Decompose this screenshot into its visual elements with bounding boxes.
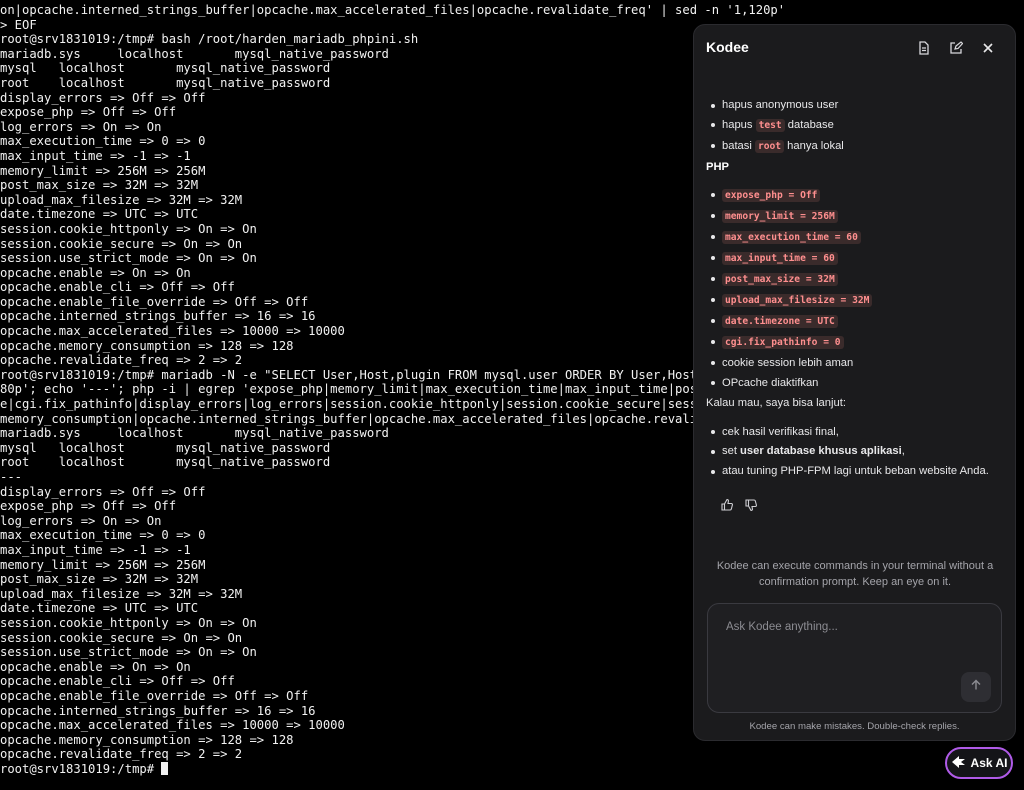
inline-code: upload_max_filesize = 32M <box>722 293 873 307</box>
list-item: hapus anonymous user <box>706 97 996 113</box>
list-item: set user database khusus aplikasi, <box>706 443 996 459</box>
item-bold-text: user database khusus aplikasi <box>740 445 902 458</box>
php-list: expose_php = Off memory_limit = 256M max… <box>706 187 996 391</box>
disclaimer: Kodee can make mistakes. Double-check re… <box>749 721 960 732</box>
inline-code: root <box>754 139 785 153</box>
inline-code: max_execution_time = 60 <box>722 230 861 244</box>
feedback-buttons <box>720 498 758 517</box>
list-item: cookie session lebih aman <box>706 355 996 371</box>
document-icon[interactable] <box>913 37 935 59</box>
item-text: database <box>784 118 834 131</box>
inline-code: max_input_time = 60 <box>722 251 838 265</box>
php-heading: PHP <box>706 160 730 173</box>
item-text: set <box>722 445 741 458</box>
inline-code: memory_limit = 256M <box>722 209 838 223</box>
list-item: max_execution_time = 60 <box>706 229 996 246</box>
ask-ai-button[interactable]: Ask AI <box>945 747 1013 779</box>
item-text: hapus <box>722 118 756 131</box>
edit-icon[interactable] <box>945 37 967 59</box>
list-item: memory_limit = 256M <box>706 208 996 225</box>
list-item: date.timezone = UTC <box>706 313 996 330</box>
thumbs-up-icon[interactable] <box>720 498 734 517</box>
send-button[interactable] <box>961 672 991 702</box>
sparkle-icon <box>951 755 967 772</box>
inline-code: post_max_size = 32M <box>722 272 838 286</box>
ask-ai-label: Ask AI <box>970 756 1008 770</box>
list-item: cgi.fix_pathinfo = 0 <box>706 334 996 351</box>
terminal-line: on|opcache.interned_strings_buffer|opcac… <box>0 3 786 17</box>
db-list: hapus anonymous user hapus test database… <box>706 97 996 155</box>
item-text: , <box>901 445 905 458</box>
item-text: batasi <box>722 139 755 152</box>
inline-code: expose_php = Off <box>722 188 821 202</box>
followup-list: cek hasil verifikasi final, set user dat… <box>706 424 996 480</box>
list-item: OPcache diaktifkan <box>706 375 996 391</box>
list-item: max_input_time = 60 <box>706 250 996 267</box>
inline-code: test <box>755 118 785 132</box>
item-text: cek hasil verifikasi final, <box>722 425 839 438</box>
kodee-chat-panel: Kodee hapus anonymous user hapus test da… <box>693 24 1016 741</box>
close-icon[interactable] <box>977 37 999 59</box>
list-item: expose_php = Off <box>706 187 996 204</box>
inline-code: date.timezone = UTC <box>722 314 838 328</box>
terminal-cursor <box>161 761 169 775</box>
list-item: cek hasil verifikasi final, <box>706 424 996 440</box>
chat-input[interactable] <box>724 620 978 634</box>
item-text: OPcache diaktifkan <box>722 376 819 389</box>
list-item: batasi root hanya lokal <box>706 138 996 155</box>
item-text: cookie session lebih aman <box>722 356 854 369</box>
item-text: atau tuning PHP-FPM lagi untuk beban web… <box>722 465 989 478</box>
followup-intro: Kalau mau, saya bisa lanjut: <box>706 396 846 409</box>
panel-header: Kodee <box>694 25 1015 69</box>
terminal-prompt: root@srv1831019:/tmp# <box>0 761 162 776</box>
terminal-prompt-line: root@srv1831019:/tmp# <box>0 761 1024 777</box>
terminal-line: opcache.revalidate_freq => 2 => 2 <box>0 747 243 762</box>
inline-code: cgi.fix_pathinfo = 0 <box>722 335 844 349</box>
assistant-message: hapus anonymous user hapus test database… <box>706 97 996 483</box>
list-item: hapus test database <box>706 117 996 134</box>
list-item: post_max_size = 32M <box>706 271 996 288</box>
item-text: hapus anonymous user <box>722 99 839 111</box>
list-item: atau tuning PHP-FPM lagi untuk beban web… <box>706 463 996 479</box>
thumbs-down-icon[interactable] <box>744 498 758 517</box>
list-item: upload_max_filesize = 32M <box>706 292 996 309</box>
panel-title: Kodee <box>706 39 749 55</box>
item-text: hanya lokal <box>784 139 844 152</box>
arrow-up-icon <box>970 678 982 696</box>
execution-notice: Kodee can execute commands in your termi… <box>716 560 994 588</box>
chat-input-box <box>707 603 1002 713</box>
